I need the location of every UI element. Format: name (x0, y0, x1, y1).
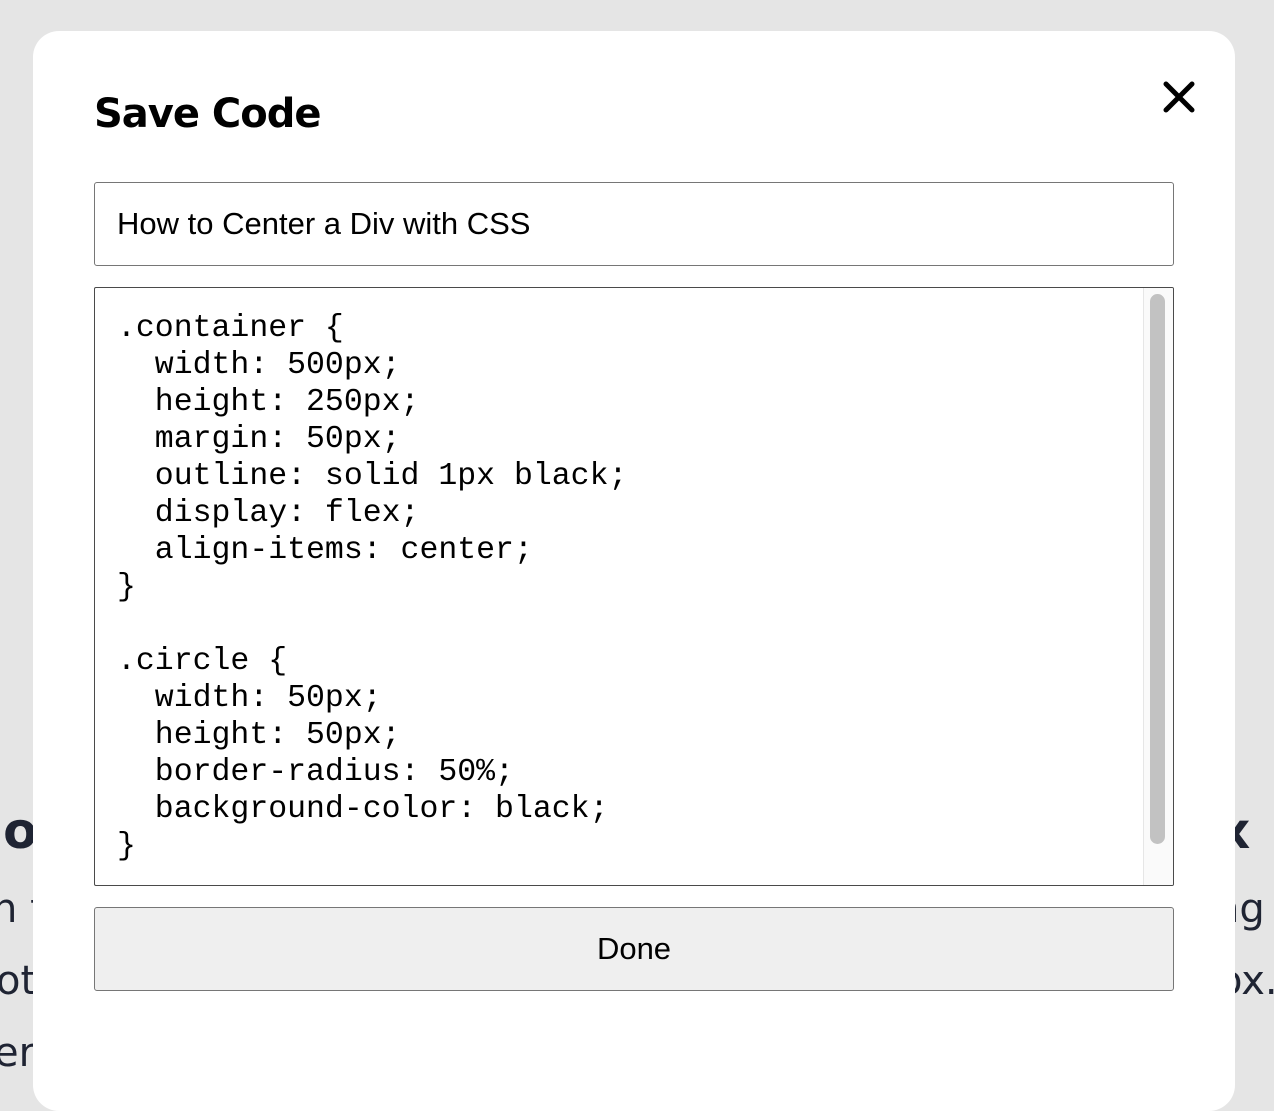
save-code-modal: Save Code .container { width: 500px; hei… (33, 31, 1235, 1111)
background-text-fragment-left: ot (0, 958, 37, 1004)
scrollbar-track[interactable] (1143, 288, 1173, 885)
background-text-fragment-left: er (0, 1030, 36, 1076)
code-editor-textarea[interactable]: .container { width: 500px; height: 250px… (94, 287, 1174, 886)
code-title-input[interactable] (94, 182, 1174, 266)
code-content: .container { width: 500px; height: 250px… (117, 311, 628, 864)
close-icon (1163, 81, 1195, 113)
close-button[interactable] (1159, 77, 1199, 117)
modal-title: Save Code (94, 91, 322, 137)
done-button[interactable]: Done (94, 907, 1174, 991)
background-heading-fragment-left: lo (0, 802, 38, 860)
scrollbar-thumb[interactable] (1150, 294, 1165, 844)
